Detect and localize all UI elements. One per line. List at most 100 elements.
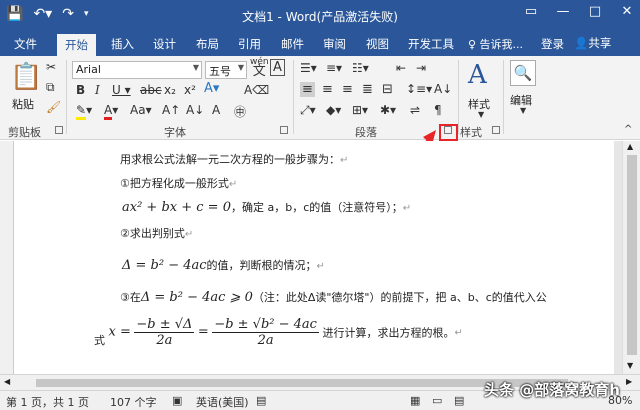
tab-design[interactable]: 设计 <box>153 36 176 52</box>
clipboard-group-label: 剪贴板 <box>8 126 41 139</box>
scrollbar-thumb[interactable] <box>627 155 637 355</box>
underline-button[interactable]: U ▾ <box>112 83 131 97</box>
highlight-color-icon[interactable]: ✎▾ <box>76 103 92 120</box>
show-marks-icon[interactable]: ¶ <box>434 103 442 117</box>
align-center-icon[interactable]: ≡ <box>322 82 333 97</box>
login-button[interactable]: 登录 <box>541 36 564 52</box>
justify-icon[interactable]: ≣ <box>362 82 373 97</box>
chevron-down-icon: ▼ <box>520 106 527 115</box>
subscript-button[interactable]: x₂ <box>164 83 176 97</box>
scroll-left-icon[interactable]: ◀ <box>4 377 10 386</box>
sort-icon[interactable]: A↓ <box>434 82 452 96</box>
multilevel-list-icon[interactable]: ☷▾ <box>352 61 369 75</box>
doc-line-5: Δ = b² − 4ac的值，判断根的情况；↵ <box>122 258 325 273</box>
scroll-right-icon[interactable]: ▶ <box>626 377 632 386</box>
web-layout-icon[interactable]: ▤ <box>454 394 464 407</box>
equation-general-form: ax² + bx + c = 0 <box>122 200 231 215</box>
character-border-button[interactable]: A <box>270 59 285 76</box>
scroll-down-icon[interactable]: ▼ <box>627 361 633 370</box>
scroll-up-icon[interactable]: ▲ <box>627 142 633 151</box>
tab-review[interactable]: 审阅 <box>323 36 346 52</box>
share-button[interactable]: 👤共享 <box>574 35 611 51</box>
borders-icon[interactable]: ⊞▾ <box>352 103 368 117</box>
document-page[interactable]: 用求根公式法解一元二次方程的一般步骤为：↵ ①把方程化成一般形式↵ ax² + … <box>14 141 614 374</box>
decrease-indent-icon[interactable]: ⇤ <box>396 61 406 75</box>
superscript-button[interactable]: x² <box>184 83 196 97</box>
clear-format-icon[interactable]: A⌫ <box>244 83 269 97</box>
macro-icon[interactable]: ▤ <box>256 394 266 407</box>
group-separator <box>503 60 504 134</box>
doc-line-6: ③在Δ = b² − 4ac ⩾ 0（注：此处Δ读"德尔塔"）的前提下，把 a、… <box>120 290 547 305</box>
paste-icon[interactable]: 📋 <box>10 62 42 92</box>
italic-button[interactable]: I <box>95 83 100 97</box>
ribbon: 📋 粘贴 ✂ ⧉ 🖌 剪贴板 Arial ▼ 五号 ▼ wén 文 A B I U ▾… <box>0 56 640 140</box>
chinese-layout-icon[interactable]: ⤢▾ <box>300 103 316 118</box>
doc-line-7: 式 x = −b ± √Δ 2a = −b ± √b² − 4ac 2a 进行计算，… <box>94 317 463 348</box>
close-icon[interactable]: ✕ <box>618 4 636 19</box>
ribbon-display-options-icon[interactable]: ▭ <box>522 4 540 19</box>
tab-insert[interactable]: 插入 <box>111 36 134 52</box>
character-shading-icon[interactable]: A <box>212 103 220 117</box>
format-painter-icon[interactable]: 🖌 <box>46 100 61 114</box>
strikethrough-button[interactable]: abc <box>140 83 162 97</box>
word-count[interactable]: 107 个字 <box>110 394 157 410</box>
distributed-icon[interactable]: ⊟ <box>382 82 393 97</box>
line-spacing-icon[interactable]: ↕≡▾ <box>406 82 432 96</box>
doc-line-4: ②求出判别式↵ <box>120 227 194 240</box>
bold-button[interactable]: B <box>76 83 85 97</box>
language-indicator[interactable]: 英语(美国) <box>196 394 249 410</box>
change-case-icon[interactable]: Aa▾ <box>130 103 152 117</box>
shrink-font-icon[interactable]: A↓ <box>186 103 204 117</box>
tab-layout[interactable]: 布局 <box>196 36 219 52</box>
read-mode-icon[interactable]: ▦ <box>410 394 420 407</box>
styles-icon[interactable]: A <box>468 60 487 90</box>
proofing-icon[interactable]: ▣ <box>172 394 182 407</box>
clipboard-dialog-launcher[interactable] <box>55 126 63 134</box>
chevron-down-icon: ▼ <box>237 63 244 72</box>
tab-home[interactable]: 开始 <box>57 34 96 56</box>
vertical-ruler <box>0 141 14 374</box>
font-name-combo[interactable]: Arial ▼ <box>72 61 202 79</box>
copy-icon[interactable]: ⧉ <box>46 80 55 95</box>
asian-typography-icon[interactable]: ✱▾ <box>380 103 396 117</box>
text-effects-icon[interactable]: A▾ <box>204 81 219 96</box>
shading-icon[interactable]: ◆▾ <box>326 103 341 117</box>
enclose-characters-icon[interactable]: ㊥ <box>234 103 246 120</box>
tab-mailings[interactable]: 邮件 <box>281 36 304 52</box>
tab-references[interactable]: 引用 <box>238 36 261 52</box>
numbering-icon[interactable]: ≡▾ <box>326 61 342 75</box>
fraction-2: −b ± √b² − 4ac 2a <box>212 317 319 348</box>
tab-file[interactable]: 文件 <box>14 36 37 52</box>
align-left-icon[interactable]: ≡ <box>300 82 315 97</box>
align-right-icon[interactable]: ≡ <box>342 82 353 97</box>
styles-group-label: 样式 <box>460 126 482 139</box>
tab-view[interactable]: 视图 <box>366 36 389 52</box>
font-dialog-launcher[interactable] <box>280 126 288 134</box>
styles-dialog-launcher[interactable] <box>492 126 500 134</box>
increase-indent-icon[interactable]: ⇥ <box>416 61 426 75</box>
bullets-icon[interactable]: ☰▾ <box>300 61 317 75</box>
font-color-icon[interactable]: A▾ <box>104 103 118 120</box>
page-count[interactable]: 第 1 页，共 1 页 <box>6 394 89 410</box>
minimize-icon[interactable]: — <box>554 4 572 19</box>
print-layout-icon[interactable]: ▭ <box>432 394 442 407</box>
cut-icon[interactable]: ✂ <box>46 60 56 74</box>
phonetic-guide-button[interactable]: wén 文 <box>250 58 269 79</box>
doc-line-1: 用求根公式法解一元二次方程的一般步骤为：↵ <box>120 153 349 166</box>
watermark-text: 头条 @部落窝教育h <box>484 381 620 399</box>
text-direction-icon[interactable]: ⇌ <box>410 103 420 117</box>
fraction-1: −b ± √Δ 2a <box>134 317 195 348</box>
collapse-ribbon-icon[interactable]: ^ <box>624 124 632 135</box>
grow-font-icon[interactable]: A↑ <box>162 103 180 117</box>
title-bar: 💾 ↶▾ ↷ ▾ 文档1 - Word(产品激活失败) ▭ — □ ✕ <box>0 0 640 32</box>
tab-developer[interactable]: 开发工具 <box>408 36 454 52</box>
maximize-icon[interactable]: □ <box>586 4 604 19</box>
chevron-down-icon: ▼ <box>478 110 485 119</box>
chevron-down-icon: ▼ <box>192 63 199 72</box>
paste-label[interactable]: 粘贴 <box>12 96 34 112</box>
paragraph-group-label: 段落 <box>355 126 377 139</box>
tell-me-search[interactable]: ♀ 告诉我... <box>468 36 523 52</box>
font-size-combo[interactable]: 五号 ▼ <box>205 61 247 79</box>
vertical-scrollbar[interactable]: ▲ ▼ <box>622 141 640 374</box>
search-icon[interactable]: 🔍 <box>510 60 536 86</box>
